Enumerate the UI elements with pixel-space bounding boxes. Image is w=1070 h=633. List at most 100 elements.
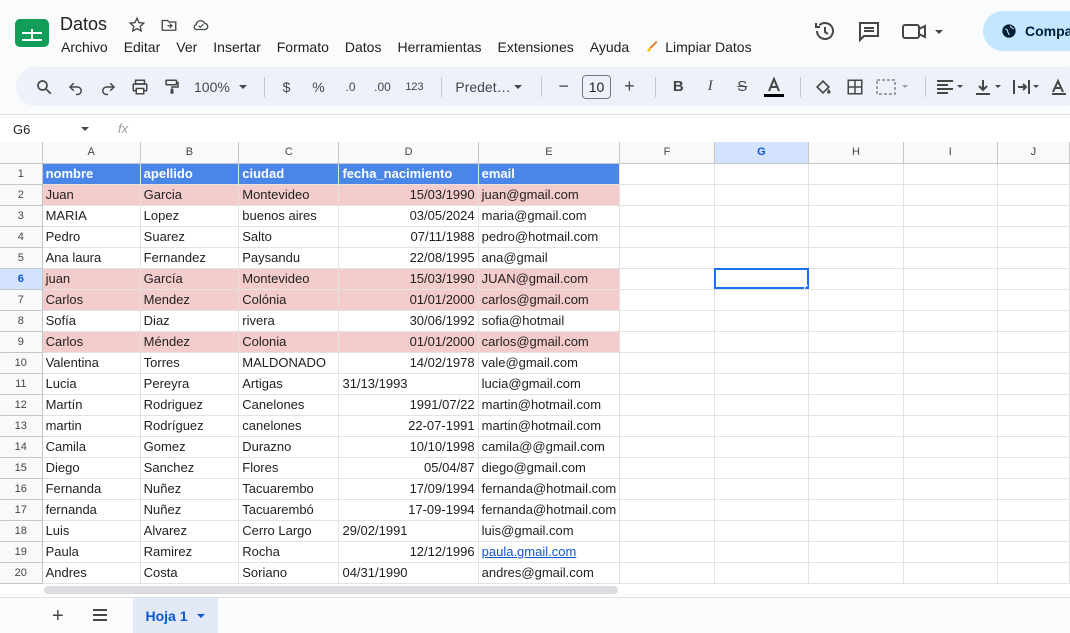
cell-b[interactable]: Nuñez xyxy=(140,478,240,500)
empty-cell[interactable] xyxy=(808,205,904,227)
column-header-d[interactable]: D xyxy=(338,142,479,164)
cell-a[interactable]: Carlos xyxy=(42,289,141,311)
cell-d[interactable]: 29/02/1991 xyxy=(338,520,479,542)
empty-cell[interactable] xyxy=(714,457,810,479)
cell-b[interactable]: Rodriguez xyxy=(140,394,240,416)
cell-d[interactable]: 03/05/2024 xyxy=(338,205,479,227)
row-header[interactable]: 15 xyxy=(0,457,43,479)
empty-cell[interactable] xyxy=(619,289,715,311)
cell-a[interactable]: fernanda xyxy=(42,499,141,521)
empty-cell[interactable] xyxy=(619,268,715,290)
empty-cell[interactable] xyxy=(808,541,904,563)
column-header-g[interactable]: G xyxy=(714,142,810,164)
search-menus-icon[interactable] xyxy=(30,73,58,101)
row-header[interactable]: 13 xyxy=(0,415,43,437)
cell-b[interactable]: Nuñez xyxy=(140,499,240,521)
column-header-b[interactable]: B xyxy=(140,142,240,164)
comments-icon[interactable] xyxy=(857,17,881,45)
empty-cell[interactable] xyxy=(808,268,904,290)
empty-cell[interactable] xyxy=(903,331,998,353)
empty-cell[interactable] xyxy=(619,373,715,395)
empty-cell[interactable] xyxy=(903,247,998,269)
empty-cell[interactable] xyxy=(808,436,904,458)
empty-cell[interactable] xyxy=(714,289,810,311)
empty-cell[interactable] xyxy=(714,184,810,206)
horizontal-align-icon[interactable] xyxy=(934,73,968,101)
empty-cell[interactable] xyxy=(808,226,904,248)
cell-b[interactable]: Costa xyxy=(140,562,240,584)
empty-cell[interactable] xyxy=(997,415,1070,437)
paint-format-icon[interactable] xyxy=(158,73,186,101)
horizontal-scrollbar[interactable] xyxy=(44,586,618,594)
row-header[interactable]: 3 xyxy=(0,205,43,227)
cell-d[interactable]: 31/13/1993 xyxy=(338,373,479,395)
currency-format-button[interactable]: $ xyxy=(273,73,301,101)
cell-a[interactable]: nombre xyxy=(42,163,141,185)
star-icon[interactable] xyxy=(126,14,148,36)
row-header[interactable]: 9 xyxy=(0,331,43,353)
cell-d[interactable]: 15/03/1990 xyxy=(338,268,479,290)
borders-icon[interactable] xyxy=(841,73,869,101)
empty-cell[interactable] xyxy=(619,457,715,479)
empty-cell[interactable] xyxy=(997,520,1070,542)
empty-cell[interactable] xyxy=(714,562,810,584)
cell-b[interactable]: Lopez xyxy=(140,205,240,227)
cell-d[interactable]: fecha_nacimiento xyxy=(338,163,479,185)
empty-cell[interactable] xyxy=(619,352,715,374)
cell-b[interactable]: García xyxy=(140,268,240,290)
cell-e[interactable]: andres@gmail.com xyxy=(478,562,621,584)
cell-e[interactable]: vale@gmail.com xyxy=(478,352,621,374)
row-header[interactable]: 5 xyxy=(0,247,43,269)
empty-cell[interactable] xyxy=(997,205,1070,227)
cell-c[interactable]: Montevideo xyxy=(238,184,340,206)
cell-d[interactable]: 15/03/1990 xyxy=(338,184,479,206)
undo-icon[interactable] xyxy=(62,73,90,101)
cell-a[interactable]: Lucia xyxy=(42,373,141,395)
cell-e[interactable]: martin@hotmail.com xyxy=(478,394,621,416)
empty-cell[interactable] xyxy=(903,415,998,437)
cell-c[interactable]: Tacuarembó xyxy=(238,499,340,521)
empty-cell[interactable] xyxy=(808,415,904,437)
empty-cell[interactable] xyxy=(903,541,998,563)
cell-d[interactable]: 1991/07/22 xyxy=(338,394,479,416)
empty-cell[interactable] xyxy=(903,184,998,206)
empty-cell[interactable] xyxy=(903,226,998,248)
row-header[interactable]: 12 xyxy=(0,394,43,416)
increase-decimal-button[interactable]: .00 xyxy=(369,73,397,101)
cell-e[interactable]: juan@gmail.com xyxy=(478,184,621,206)
cell-e[interactable]: carlos@gmail.com xyxy=(478,289,621,311)
menu-datos[interactable]: Datos xyxy=(345,39,382,55)
empty-cell[interactable] xyxy=(903,268,998,290)
cell-c[interactable]: Colónia xyxy=(238,289,340,311)
empty-cell[interactable] xyxy=(619,541,715,563)
cell-c[interactable]: Soriano xyxy=(238,562,340,584)
empty-cell[interactable] xyxy=(619,436,715,458)
empty-cell[interactable] xyxy=(997,184,1070,206)
empty-cell[interactable] xyxy=(997,163,1070,185)
menu-editar[interactable]: Editar xyxy=(124,39,161,55)
cell-a[interactable]: Camila xyxy=(42,436,141,458)
cell-d[interactable]: 07/11/1988 xyxy=(338,226,479,248)
empty-cell[interactable] xyxy=(714,394,810,416)
cell-table[interactable]: A B C D E F G H I J 1 nombre apellido ciuda… xyxy=(0,142,1070,584)
empty-cell[interactable] xyxy=(619,163,715,185)
empty-cell[interactable] xyxy=(808,163,904,185)
empty-cell[interactable] xyxy=(997,289,1070,311)
row-header[interactable]: 18 xyxy=(0,520,43,542)
cell-b[interactable]: Fernandez xyxy=(140,247,240,269)
empty-cell[interactable] xyxy=(903,394,998,416)
column-header-h[interactable]: H xyxy=(808,142,904,164)
cell-c[interactable]: Rocha xyxy=(238,541,340,563)
empty-cell[interactable] xyxy=(808,394,904,416)
cell-a[interactable]: MARIA xyxy=(42,205,141,227)
cell-e[interactable]: martin@hotmail.com xyxy=(478,415,621,437)
cell-d[interactable]: 01/01/2000 xyxy=(338,331,479,353)
empty-cell[interactable] xyxy=(619,562,715,584)
cell-e[interactable]: sofia@hotmail xyxy=(478,310,621,332)
cell-d[interactable]: 22/08/1995 xyxy=(338,247,479,269)
row-header[interactable]: 20 xyxy=(0,562,43,584)
cell-d[interactable]: 17/09/1994 xyxy=(338,478,479,500)
empty-cell[interactable] xyxy=(997,436,1070,458)
decrease-font-size-button[interactable]: − xyxy=(550,73,578,101)
column-header-j[interactable]: J xyxy=(997,142,1070,164)
